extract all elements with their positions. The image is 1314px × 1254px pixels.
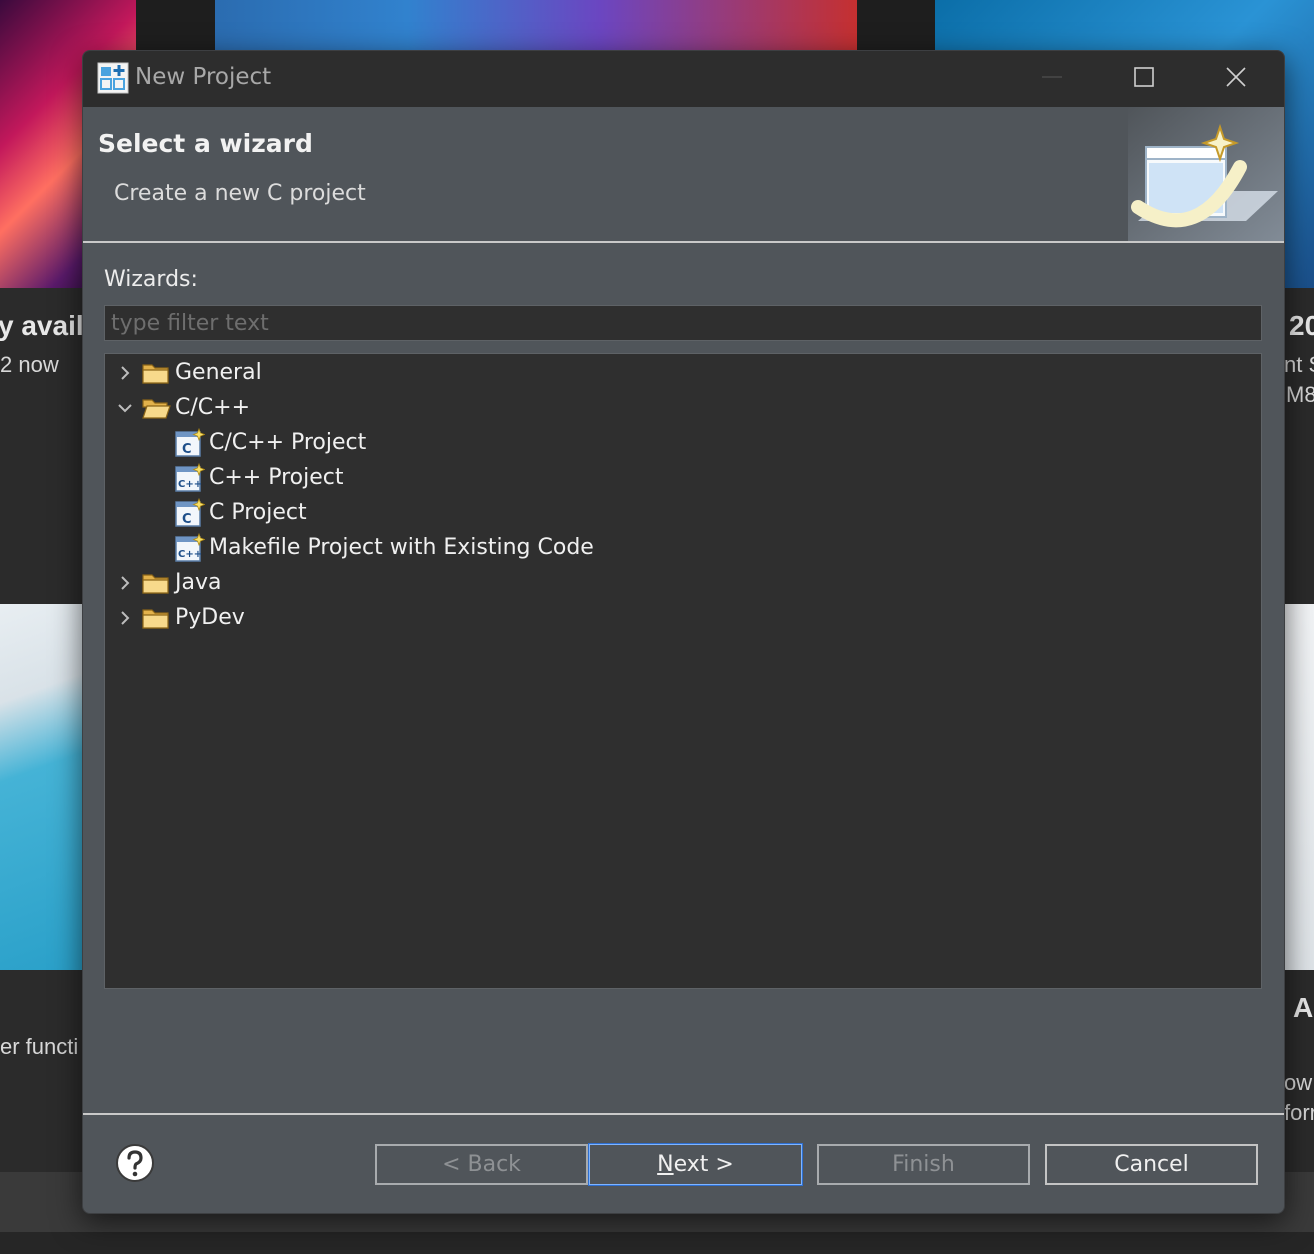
finish-button[interactable]: Finish xyxy=(817,1144,1030,1185)
new-project-app-icon xyxy=(97,62,129,94)
tree-item-label: C Project xyxy=(209,500,307,525)
background-thumbnail xyxy=(0,604,84,970)
tree-item-cpp-project[interactable]: C++ C++ Project xyxy=(174,460,344,495)
background-card-title: A xyxy=(1293,992,1314,1023)
close-button[interactable] xyxy=(1190,51,1282,107)
tree-item-c-cpp-project[interactable]: C C/C++ Project xyxy=(174,425,366,460)
tree-item-label: C/C++ Project xyxy=(209,430,367,455)
tree-item-label: C++ Project xyxy=(209,465,344,490)
background-strip xyxy=(0,1232,1314,1254)
dialog-titlebar[interactable]: New Project xyxy=(83,51,1284,107)
minimize-icon xyxy=(1041,66,1063,92)
tree-item-label: PyDev xyxy=(175,605,245,630)
minimize-button[interactable] xyxy=(1006,51,1098,107)
page-description: Create a new C project xyxy=(114,181,366,206)
c-project-wizard-icon: C xyxy=(174,497,206,528)
cpp-project-wizard-icon: C++ xyxy=(174,462,206,493)
maximize-icon xyxy=(1133,66,1155,92)
help-icon[interactable] xyxy=(115,1143,155,1183)
background-gap xyxy=(857,0,935,50)
next-button-label: ext > xyxy=(673,1152,734,1177)
tree-item-java[interactable]: Java xyxy=(110,565,221,600)
chevron-right-icon[interactable] xyxy=(110,355,140,390)
svg-text:C++: C++ xyxy=(178,479,202,490)
chevron-right-icon[interactable] xyxy=(110,600,140,635)
background-gap xyxy=(136,0,215,50)
tree-item-general[interactable]: General xyxy=(110,355,262,390)
wizard-tree[interactable]: General C/C++ C C/C++ Project C++ C++ Pr… xyxy=(104,353,1262,989)
svg-text:C: C xyxy=(182,512,192,527)
back-button[interactable]: < Back xyxy=(375,1144,588,1185)
background-card-subtitle: 2 now xyxy=(0,352,59,377)
page-title: Select a wizard xyxy=(98,129,313,158)
close-icon xyxy=(1225,66,1247,92)
wizard-header: Select a wizard Create a new C project xyxy=(83,107,1284,243)
footer-divider xyxy=(83,1113,1284,1115)
next-button[interactable]: Next > xyxy=(588,1143,803,1186)
folder-icon xyxy=(140,358,172,388)
tree-item-label: General xyxy=(175,360,262,385)
tree-item-pydev[interactable]: PyDev xyxy=(110,600,245,635)
folder-open-icon xyxy=(140,393,172,423)
dialog-title: New Project xyxy=(135,64,272,90)
wizard-filter-input[interactable] xyxy=(104,305,1262,341)
background-card-subtitle: forr xyxy=(1284,1100,1314,1125)
chevron-down-icon[interactable] xyxy=(110,390,140,425)
tree-item-c-cpp[interactable]: C/C++ xyxy=(110,390,250,425)
next-button-mnemonic: N xyxy=(657,1152,674,1177)
folder-icon xyxy=(140,603,172,633)
tree-item-c-project[interactable]: C C Project xyxy=(174,495,307,530)
wizards-label: Wizards: xyxy=(104,267,198,292)
tree-item-label: Makefile Project with Existing Code xyxy=(209,535,594,560)
svg-text:C: C xyxy=(182,442,192,457)
background-card-subtitle: er functi xyxy=(0,1034,79,1059)
tree-item-label: Java xyxy=(175,570,222,595)
new-project-dialog: New Project Select a wizard Create a new… xyxy=(82,50,1285,1214)
background-card-subtitle: M8 xyxy=(1286,382,1314,407)
c-project-wizard-icon: C xyxy=(174,427,206,458)
cancel-button[interactable]: Cancel xyxy=(1045,1144,1258,1185)
background-card-subtitle: ow xyxy=(1284,1070,1313,1095)
svg-text:C++: C++ xyxy=(178,549,202,560)
folder-icon xyxy=(140,568,172,598)
new-wizard-banner-icon xyxy=(1128,107,1284,241)
background-card-subtitle: nt S xyxy=(1284,352,1314,377)
chevron-right-icon[interactable] xyxy=(110,565,140,600)
background-card-title: 20 xyxy=(1289,310,1314,341)
tree-item-label: C/C++ xyxy=(175,395,251,420)
maximize-button[interactable] xyxy=(1098,51,1190,107)
background-thumbnail xyxy=(1284,604,1314,970)
cpp-project-wizard-icon: C++ xyxy=(174,532,206,563)
background-thumbnail xyxy=(215,0,857,50)
tree-item-makefile-project[interactable]: C++ Makefile Project with Existing Code xyxy=(174,530,594,565)
